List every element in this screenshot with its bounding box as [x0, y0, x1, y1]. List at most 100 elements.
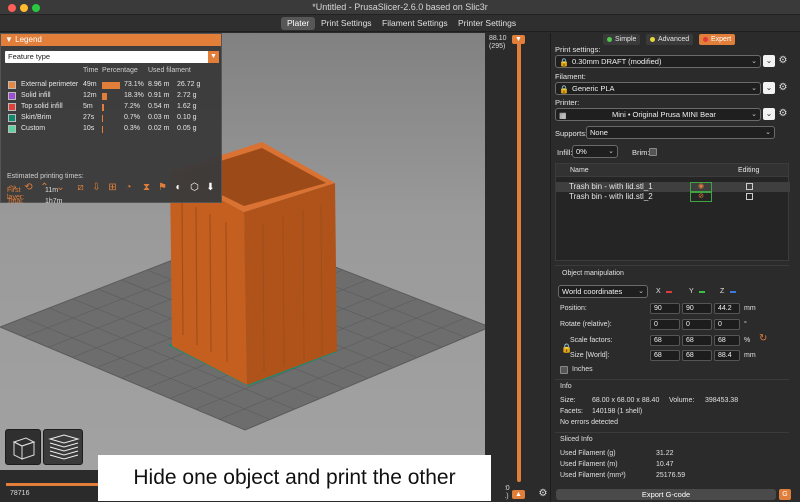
position-z-input[interactable]: 44.2 [714, 303, 740, 314]
brim-checkbox[interactable] [649, 148, 657, 156]
printer-combo[interactable]: ▦ Mini • Original Prusa MINI Bear ⌄ [555, 108, 761, 121]
rotate-y-input[interactable]: 0 [682, 319, 712, 330]
legend-swatch [8, 114, 16, 122]
axis-y-label: Y [689, 288, 694, 295]
scale-y-input[interactable]: 68 [682, 335, 712, 346]
inches-checkbox[interactable] [560, 366, 568, 374]
lock-scale-icon[interactable]: 🔒 [561, 343, 572, 354]
object-row-2[interactable]: Trash bin - with lid.stl_2 ⊘ [556, 192, 790, 202]
tab-filament-settings[interactable]: Filament Settings [376, 17, 454, 30]
legend-columns: Time Percentage Used filament [1, 67, 223, 77]
tool-marker-icon[interactable]: ⬇ [204, 181, 217, 195]
rotate-x-input[interactable]: 0 [650, 319, 680, 330]
legend-row[interactable]: Custom 10s 0.3% 0.02 m 0.05 g [1, 124, 223, 135]
print-settings-combo[interactable]: 🔒 0.30mm DRAFT (modified) ⌄ [555, 55, 761, 68]
size-x-input[interactable]: 68 [650, 350, 680, 361]
legend-row[interactable]: Solid infill 12m 18.3% 0.91 m 2.72 g [1, 91, 223, 102]
eye-hidden-icon[interactable]: ⊘ [690, 192, 712, 202]
chevron-down-icon: ⌄ [751, 58, 757, 65]
eye-icon[interactable]: ◉ [690, 182, 712, 192]
travel-icon[interactable]: ⤳ [6, 181, 19, 195]
chevron-down-icon: ⌄ [638, 288, 644, 295]
info-size-label: Size: [560, 397, 576, 404]
size-z-input[interactable]: 88.4 [714, 350, 740, 361]
bin-right-face [244, 183, 337, 385]
object-row-1[interactable]: Trash bin - with lid.stl_1 ◉ [556, 182, 790, 192]
supports-combo[interactable]: None ⌄ [586, 126, 775, 139]
shells-icon[interactable]: ⬡ [188, 181, 201, 195]
layer-slider-top-handle[interactable]: ▼ [512, 35, 525, 44]
filament-dropdown-button[interactable]: ⌄ [763, 82, 775, 94]
rotate-z-input[interactable]: 0 [714, 319, 740, 330]
color-changes-icon[interactable]: ⊞ [106, 181, 119, 195]
deretractions-icon[interactable]: ⌄ [54, 181, 67, 195]
infill-combo[interactable]: 0% ⌄ [572, 145, 618, 158]
reset-scale-icon[interactable]: ↻ [759, 333, 769, 344]
legend-weight: 0.10 g [177, 114, 197, 121]
tab-print-settings[interactable]: Print Settings [315, 17, 378, 30]
brim-label: Brim: [632, 148, 650, 157]
mode-simple-button[interactable]: Simple [603, 34, 641, 45]
column-time: Time [83, 67, 99, 74]
color-wheel-icon[interactable]: ◔ [122, 181, 135, 195]
divider [555, 432, 789, 433]
export-gcode-button[interactable]: Export G-code [556, 489, 776, 500]
legend-header[interactable]: ▼ Legend [1, 34, 221, 46]
print-settings-gear-icon[interactable]: ⚙ [777, 55, 789, 67]
legend-row[interactable]: Top solid infill 5m 7.2% 0.54 m 1.62 g [1, 102, 223, 113]
column-editing: Editing [738, 167, 760, 174]
wipe-icon[interactable]: ⟲ [22, 181, 35, 195]
scale-z-input[interactable]: 68 [714, 335, 740, 346]
filament-gear-icon[interactable]: ⚙ [777, 82, 789, 94]
horizontal-slider-track[interactable] [6, 483, 101, 486]
center-of-gravity-icon[interactable]: ◐ [172, 181, 185, 195]
simple-dot-icon [607, 37, 612, 42]
printer-gear-icon[interactable]: ⚙ [777, 108, 789, 120]
send-gcode-icon[interactable]: G [779, 489, 791, 500]
title-bar: *Untitled - PrusaSlicer-2.6.0 based on S… [0, 0, 800, 15]
preview-button[interactable] [43, 429, 83, 465]
size-y-input[interactable]: 68 [682, 350, 712, 361]
legend-row[interactable]: Skirt/Brim 27s 0.7% 0.03 m 0.10 g [1, 113, 223, 124]
infill-value: 0% [576, 147, 587, 156]
mode-advanced-button[interactable]: Advanced [646, 34, 694, 45]
legend-row[interactable]: External perimeter 49m 73.1% 8.96 m 26.72 g [1, 80, 223, 91]
column-used-filament: Used filament [148, 67, 191, 74]
view-type-select[interactable]: Feature type ▼ [5, 51, 219, 63]
supports-label: Supports: [555, 129, 588, 138]
size-label: Size [World]: [570, 352, 610, 359]
slider-gear-icon[interactable]: ⚙ [537, 488, 549, 500]
coordinates-combo[interactable]: World coordinates ⌄ [558, 285, 648, 298]
position-x-input[interactable]: 90 [650, 303, 680, 314]
legend-swatch [8, 103, 16, 111]
edit-icon[interactable] [746, 183, 753, 190]
printer-dropdown-button[interactable]: ⌄ [763, 108, 775, 120]
legend-time: 12m [83, 92, 97, 99]
custom-gcodes-icon[interactable]: ⚑ [156, 181, 169, 195]
filament-combo[interactable]: 🔒 Generic PLA ⌄ [555, 82, 761, 95]
scale-x-input[interactable]: 68 [650, 335, 680, 346]
tab-printer-settings[interactable]: Printer Settings [452, 17, 522, 30]
layer-slider-track[interactable] [517, 42, 521, 482]
print-settings-dropdown-button[interactable]: ⌄ [763, 55, 775, 67]
3d-view-button[interactable] [5, 429, 41, 465]
seams-icon[interactable]: ⧄ [74, 181, 87, 195]
legend-percentage-bar [102, 104, 104, 111]
axis-z-marker [730, 291, 736, 293]
legend-weight: 26.72 g [177, 81, 201, 88]
legend-feature-name: External perimeter [21, 81, 79, 88]
scale-label: Scale factors: [570, 337, 613, 344]
layer-slider-bottom-handle[interactable]: ▲ [512, 490, 525, 499]
legend-weight: 0.05 g [177, 125, 197, 132]
print-settings-label: Print settings: [555, 45, 601, 54]
object-list-header: Name Editing [556, 164, 788, 177]
filament-label: Filament: [555, 72, 586, 81]
filament-value: Generic PLA [572, 84, 615, 93]
pause-prints-icon[interactable]: ⧗ [140, 181, 153, 195]
mode-expert-button[interactable]: Expert [699, 34, 736, 45]
tool-changes-icon[interactable]: ⇩ [90, 181, 103, 195]
tab-plater[interactable]: Plater [281, 17, 316, 30]
retractions-icon[interactable]: ⌃ [38, 181, 51, 195]
edit-icon[interactable] [746, 193, 753, 200]
position-y-input[interactable]: 90 [682, 303, 712, 314]
